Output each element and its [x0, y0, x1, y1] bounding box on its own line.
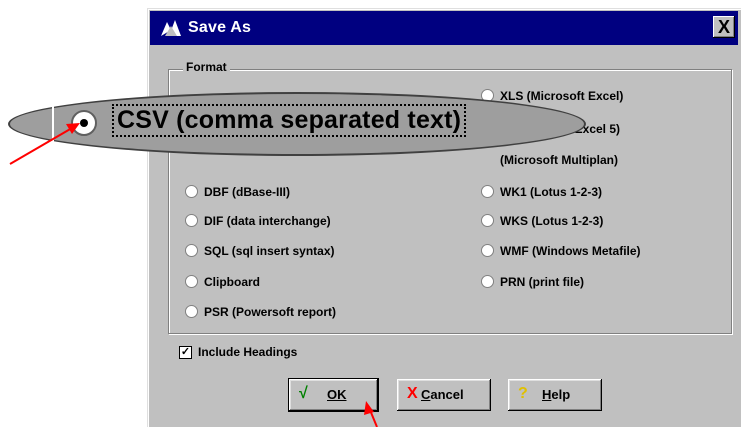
arrow-head-csv	[66, 123, 80, 134]
annotation-arrows	[9, 123, 378, 427]
arrow-head-ok	[364, 401, 374, 415]
arrow-to-csv	[9, 127, 73, 165]
